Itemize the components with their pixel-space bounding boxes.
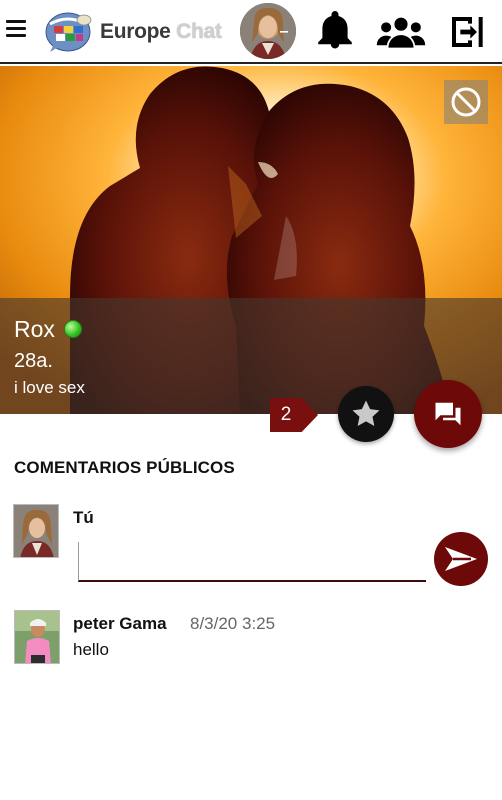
- favorites-count: 2: [280, 404, 292, 425]
- brand-title: Europe Chat: [100, 20, 222, 44]
- favorites-count-badge: 2: [270, 398, 318, 432]
- globe-chat-logo[interactable]: [44, 10, 92, 54]
- profile-name: Rox: [14, 316, 55, 342]
- block-icon: [451, 87, 481, 117]
- profile-age: 28a.: [14, 350, 53, 372]
- block-user-button[interactable]: [444, 80, 488, 124]
- favorite-button[interactable]: [338, 386, 394, 442]
- comment-date: 8/3/20 3:25: [190, 614, 276, 633]
- user-avatar-image: [240, 3, 296, 59]
- chat-icon: [435, 402, 461, 426]
- my-comment-author: Tú: [73, 508, 94, 527]
- profile-bio: i love sex: [14, 378, 85, 397]
- comment-avatar[interactable]: [14, 610, 60, 664]
- star-icon: [352, 400, 380, 427]
- user-avatar[interactable]: [240, 3, 296, 59]
- start-chat-button[interactable]: [414, 380, 482, 448]
- comment-text: hello: [73, 640, 109, 659]
- send-comment-button[interactable]: [434, 532, 488, 586]
- send-icon: [445, 547, 477, 571]
- comments-section-title: COMENTARIOS PÚBLICOS: [14, 458, 235, 477]
- bell-icon[interactable]: [314, 10, 356, 52]
- comment-author[interactable]: peter Gama: [73, 614, 167, 634]
- profile-hero: Rox 28a. i love sex: [0, 66, 502, 414]
- online-status-icon: [64, 320, 82, 338]
- my-avatar-image: [14, 505, 58, 557]
- comment-avatar-image: [15, 611, 59, 663]
- comment-input[interactable]: [78, 542, 426, 582]
- top-bar: Europe Chat: [0, 0, 502, 64]
- menu-icon[interactable]: [6, 16, 30, 42]
- brand-sub: Chat: [176, 20, 222, 43]
- users-icon[interactable]: [376, 12, 426, 52]
- brand-main: Europe: [100, 20, 171, 43]
- my-avatar: [13, 504, 59, 558]
- logout-icon[interactable]: [446, 12, 488, 52]
